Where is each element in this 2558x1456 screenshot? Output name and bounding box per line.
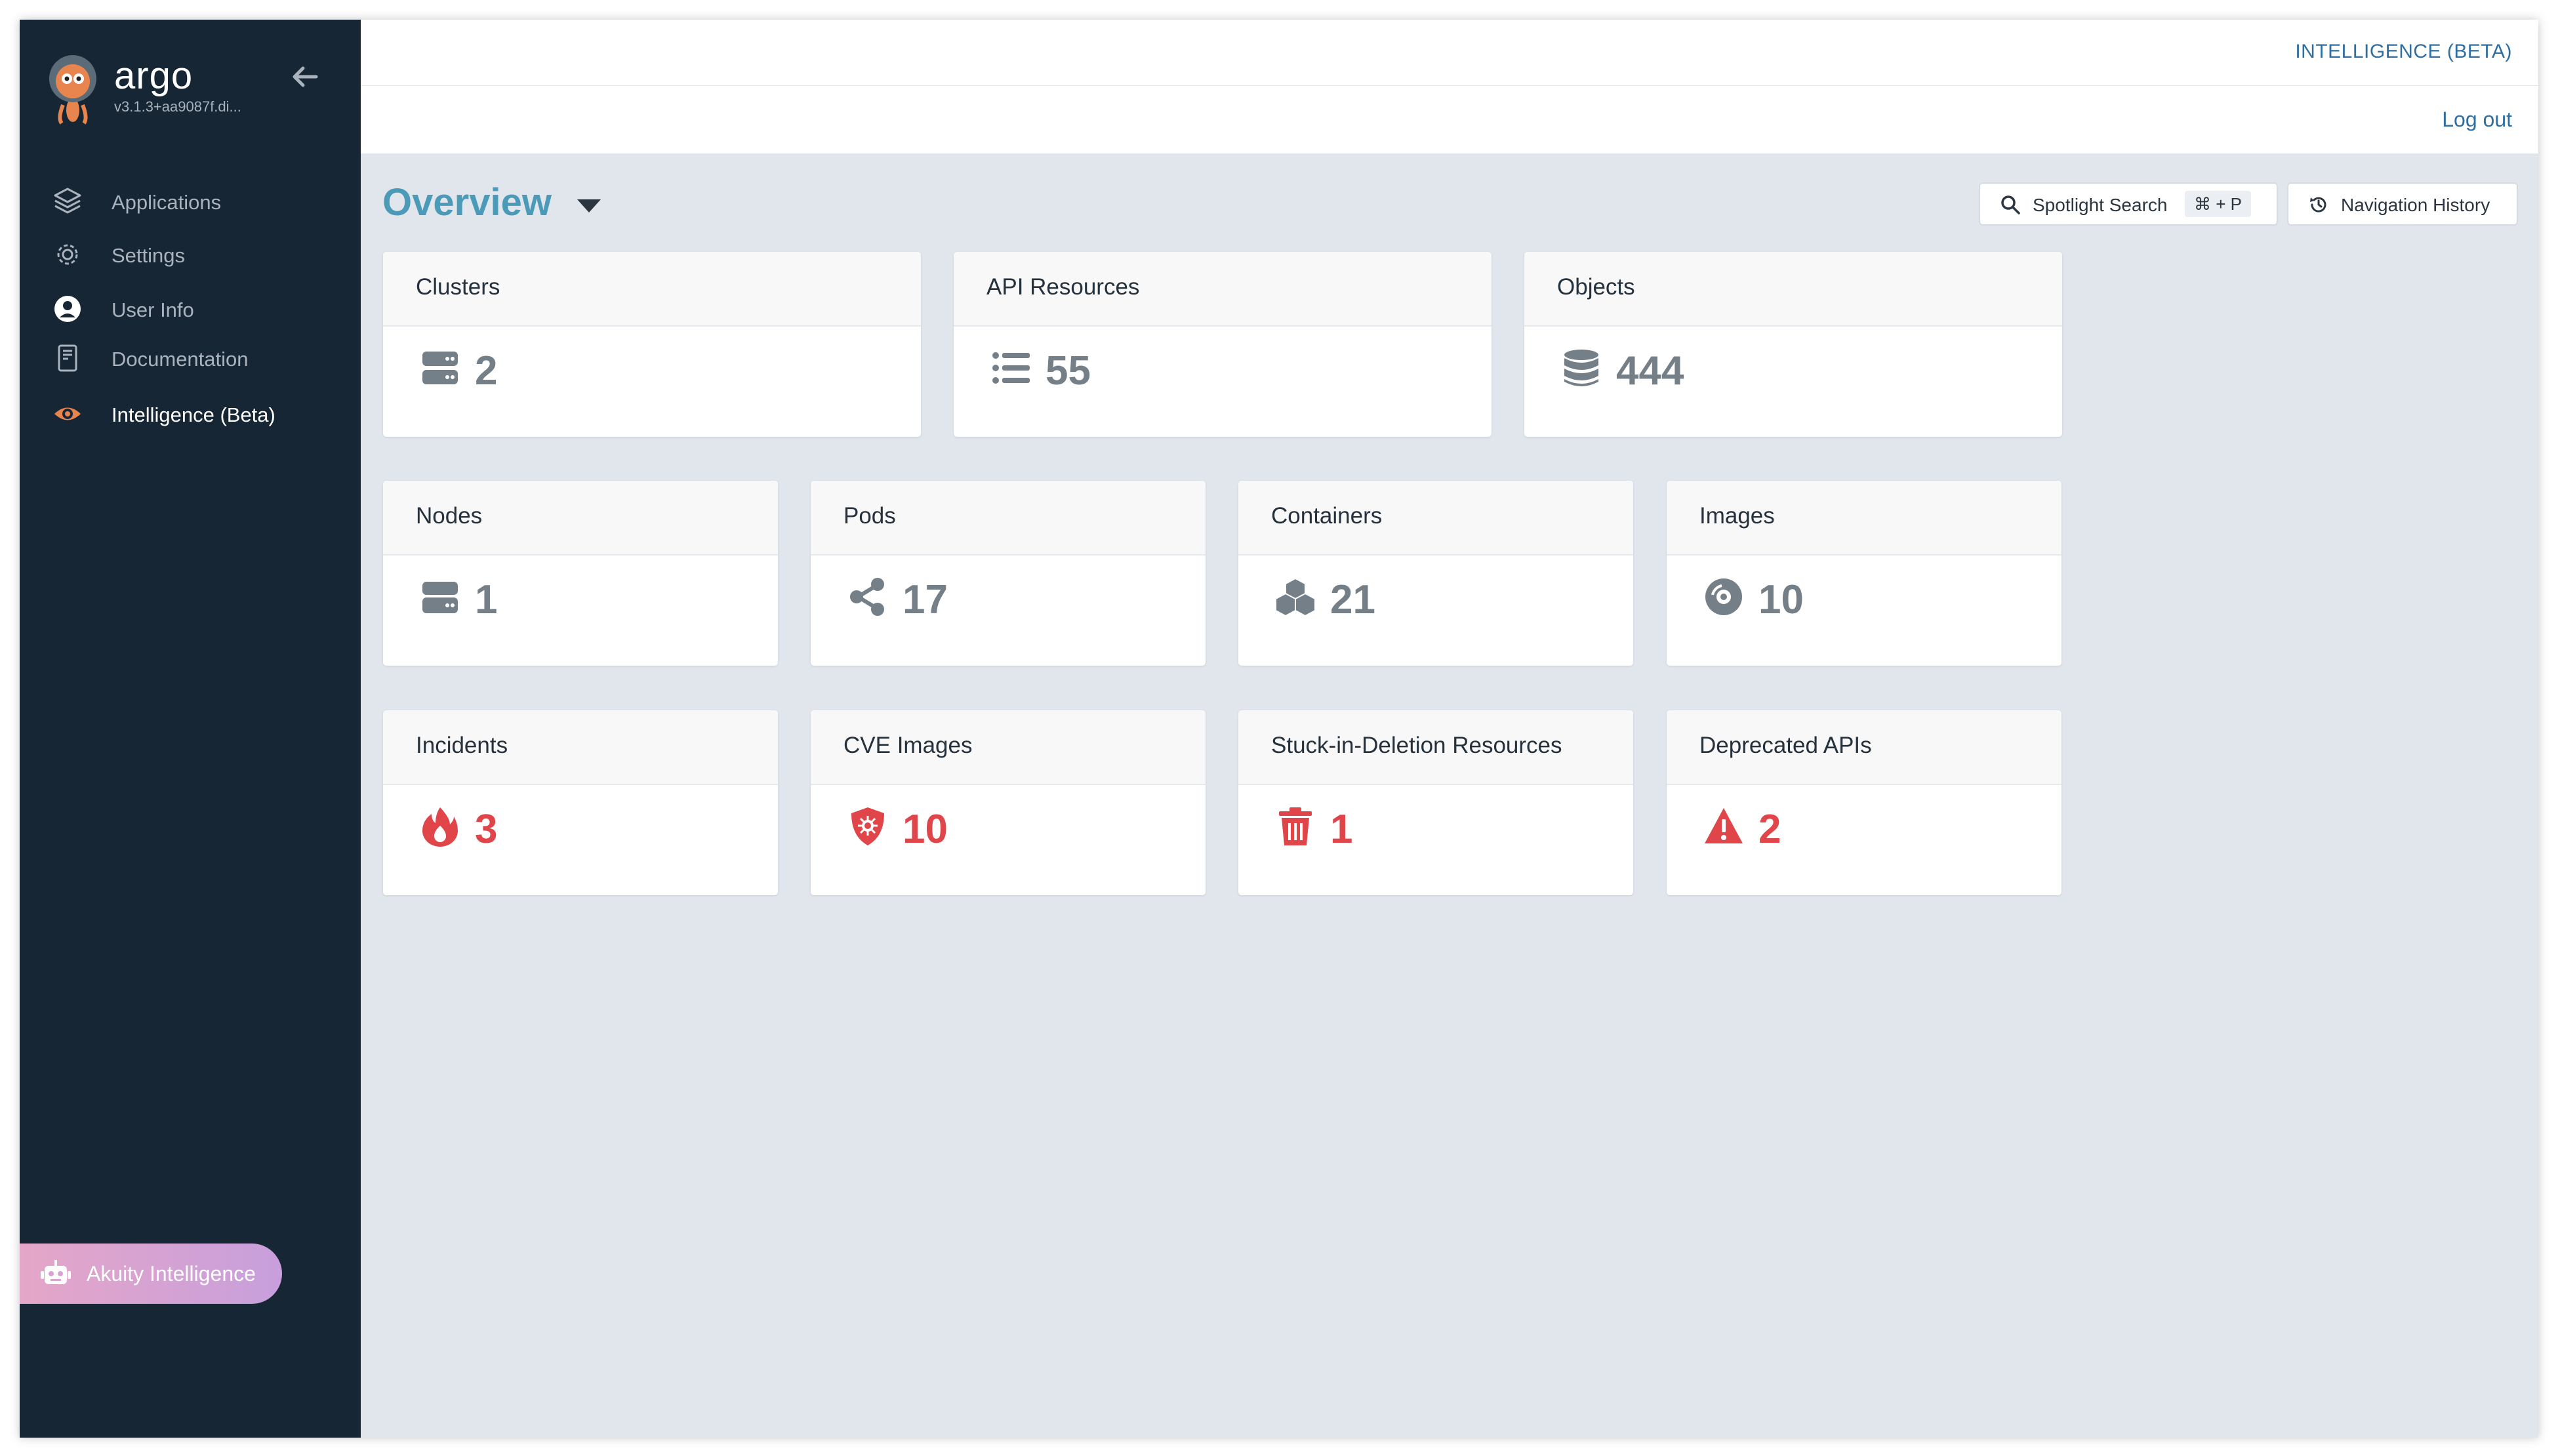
sidebar-item-label: Settings — [112, 244, 186, 267]
app-window: argo v3.1.3+aa9087f.di... Applications S… — [20, 20, 2538, 1438]
stat-card-deprecated-apis[interactable]: Deprecated APIs 2 — [1667, 710, 2061, 895]
layers-icon — [54, 188, 81, 214]
logout-link[interactable]: Log out — [2442, 108, 2512, 132]
card-title: Pods — [843, 503, 896, 529]
warning-triangle-icon — [1705, 808, 1743, 843]
card-title: Images — [1699, 503, 1775, 529]
sidebar-item-documentation[interactable]: Documentation — [20, 334, 361, 380]
robot-icon — [41, 1260, 71, 1284]
stat-card-api-resources[interactable]: API Resources 55 — [954, 252, 1492, 437]
stat-card-cve-images[interactable]: CVE Images 10 — [811, 710, 1206, 895]
card-title: Clusters — [416, 274, 500, 300]
akuity-intelligence-button[interactable]: Akuity Intelligence — [20, 1244, 282, 1304]
card-value: 21 — [1330, 577, 1375, 622]
card-title: Nodes — [416, 503, 483, 529]
sidebar-item-user-info[interactable]: User Info — [20, 285, 361, 331]
brand-name: argo — [114, 54, 193, 97]
cubes-icon — [1275, 577, 1316, 617]
spotlight-search-button[interactable]: Spotlight Search ⌘ + P — [1979, 182, 2278, 226]
card-value: 1 — [475, 577, 498, 622]
sidebar-item-label: User Info — [112, 298, 194, 321]
stat-card-pods[interactable]: Pods 17 — [811, 481, 1206, 666]
card-title: Stuck-in-Deletion Resources — [1271, 733, 1562, 758]
card-title: Deprecated APIs — [1699, 733, 1872, 758]
collapse-sidebar-arrow-icon[interactable] — [289, 60, 321, 93]
card-value: 1 — [1330, 807, 1353, 852]
compact-disc-icon — [1705, 578, 1742, 615]
stat-card-objects[interactable]: Objects 444 — [1524, 252, 2062, 437]
card-value: 2 — [1758, 807, 1781, 852]
database-icon — [1564, 350, 1598, 386]
card-header: Containers — [1238, 481, 1633, 556]
navigation-history-button[interactable]: Navigation History — [2287, 182, 2518, 226]
card-header: Incidents — [383, 710, 778, 785]
card-header: Images — [1667, 481, 2061, 556]
card-header: API Resources — [954, 252, 1492, 327]
card-value: 2 — [475, 348, 498, 394]
history-icon — [2310, 197, 2326, 212]
card-header: Clusters — [383, 252, 921, 327]
sidebar-item-label: Documentation — [112, 348, 249, 371]
search-icon — [2001, 195, 2020, 214]
card-title: CVE Images — [843, 733, 973, 758]
card-header: Pods — [811, 481, 1206, 556]
fire-icon — [422, 807, 458, 847]
card-title: API Resources — [986, 274, 1140, 300]
hard-drive-icon — [422, 582, 458, 613]
card-title: Containers — [1271, 503, 1383, 529]
eye-icon — [54, 407, 81, 420]
card-value: 444 — [1616, 348, 1684, 394]
sidebar: argo v3.1.3+aa9087f.di... Applications S… — [20, 20, 361, 1438]
trash-icon — [1279, 807, 1312, 845]
card-header: Nodes — [383, 481, 778, 556]
version-label: v3.1.3+aa9087f.di... — [114, 98, 241, 115]
stat-card-stuck-in-deletion[interactable]: Stuck-in-Deletion Resources 1 — [1238, 710, 1633, 895]
card-value: 17 — [903, 577, 948, 622]
card-header: Stuck-in-Deletion Resources — [1238, 710, 1633, 785]
card-header: Objects — [1524, 252, 2062, 327]
stat-card-images[interactable]: Images 10 — [1667, 481, 2061, 666]
shield-virus-icon — [851, 807, 884, 845]
sidebar-item-label: Intelligence (Beta) — [112, 403, 275, 426]
sidebar-item-applications[interactable]: Applications — [20, 178, 361, 224]
card-header: Deprecated APIs — [1667, 710, 2061, 785]
navigation-history-label: Navigation History — [2341, 195, 2490, 215]
intelligence-beta-link[interactable]: INTELLIGENCE (BETA) — [2295, 41, 2512, 63]
stat-card-nodes[interactable]: Nodes 1 — [383, 481, 778, 666]
user-circle-icon — [54, 296, 81, 322]
card-value: 3 — [475, 807, 498, 852]
card-title: Objects — [1557, 274, 1635, 300]
server-icon — [422, 352, 458, 384]
card-title: Incidents — [416, 733, 508, 758]
card-value: 55 — [1046, 348, 1091, 394]
gear-icon — [57, 244, 78, 265]
sub-bar: Log out — [361, 86, 2538, 153]
sidebar-item-label: Applications — [112, 191, 222, 214]
page-title[interactable]: Overview — [382, 180, 552, 224]
argo-logo — [49, 55, 96, 125]
list-icon — [992, 352, 1030, 384]
caret-down-icon[interactable] — [575, 195, 603, 215]
stat-card-containers[interactable]: Containers 21 — [1238, 481, 1633, 666]
spotlight-search-label: Spotlight Search — [2033, 195, 2168, 215]
sidebar-item-intelligence[interactable]: Intelligence (Beta) — [20, 390, 361, 436]
share-nodes-icon — [850, 578, 884, 616]
akuity-intelligence-label: Akuity Intelligence — [87, 1262, 256, 1285]
sidebar-item-settings[interactable]: Settings — [20, 231, 361, 277]
card-header: CVE Images — [811, 710, 1206, 785]
top-bar: INTELLIGENCE (BETA) — [361, 20, 2538, 86]
book-icon — [58, 344, 77, 372]
stat-card-incidents[interactable]: Incidents 3 — [383, 710, 778, 895]
stat-card-clusters[interactable]: Clusters 2 — [383, 252, 921, 437]
keyboard-shortcut: ⌘ + P — [2185, 191, 2251, 217]
card-value: 10 — [903, 807, 948, 852]
card-value: 10 — [1758, 577, 1804, 622]
